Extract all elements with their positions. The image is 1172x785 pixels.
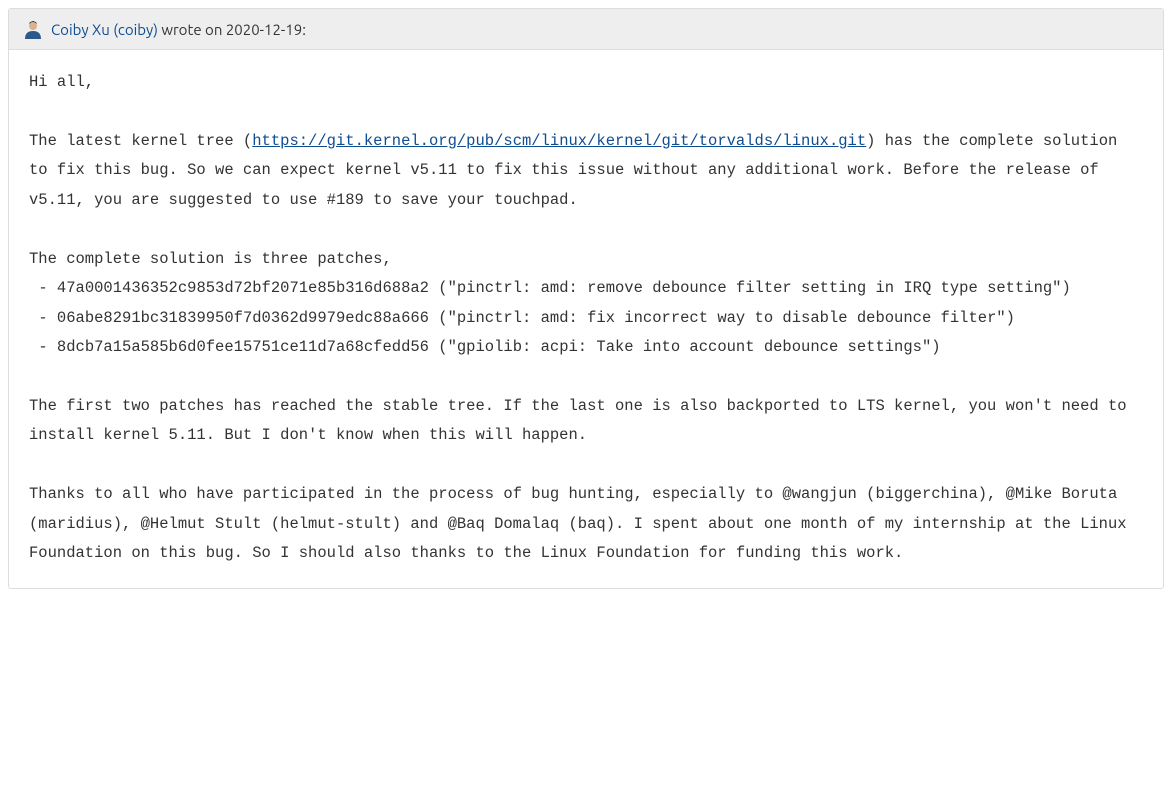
author-link[interactable]: Coiby Xu (coiby) bbox=[51, 21, 158, 38]
body-paragraph-5: Thanks to all who have participated in t… bbox=[29, 485, 1136, 562]
kernel-git-link[interactable]: https://git.kernel.org/pub/scm/linux/ker… bbox=[252, 132, 866, 150]
body-paragraph-1: Hi all, bbox=[29, 73, 94, 91]
body-paragraph-3: The complete solution is three patches, … bbox=[29, 250, 1071, 356]
author-avatar-icon bbox=[23, 19, 43, 39]
comment-body: Hi all, The latest kernel tree (https://… bbox=[9, 50, 1163, 588]
header-colon: : bbox=[302, 21, 306, 38]
body-paragraph-4: The first two patches has reached the st… bbox=[29, 397, 1136, 444]
comment-header: Coiby Xu (coiby) wrote on 2020-12-19: bbox=[9, 9, 1163, 50]
wrote-on-text: wrote on bbox=[158, 21, 226, 38]
comment-date: 2020-12-19 bbox=[226, 21, 302, 38]
comment-container: Coiby Xu (coiby) wrote on 2020-12-19: Hi… bbox=[8, 8, 1164, 589]
body-paragraph-2a: The latest kernel tree ( bbox=[29, 132, 252, 150]
header-text: Coiby Xu (coiby) wrote on 2020-12-19: bbox=[51, 21, 306, 38]
